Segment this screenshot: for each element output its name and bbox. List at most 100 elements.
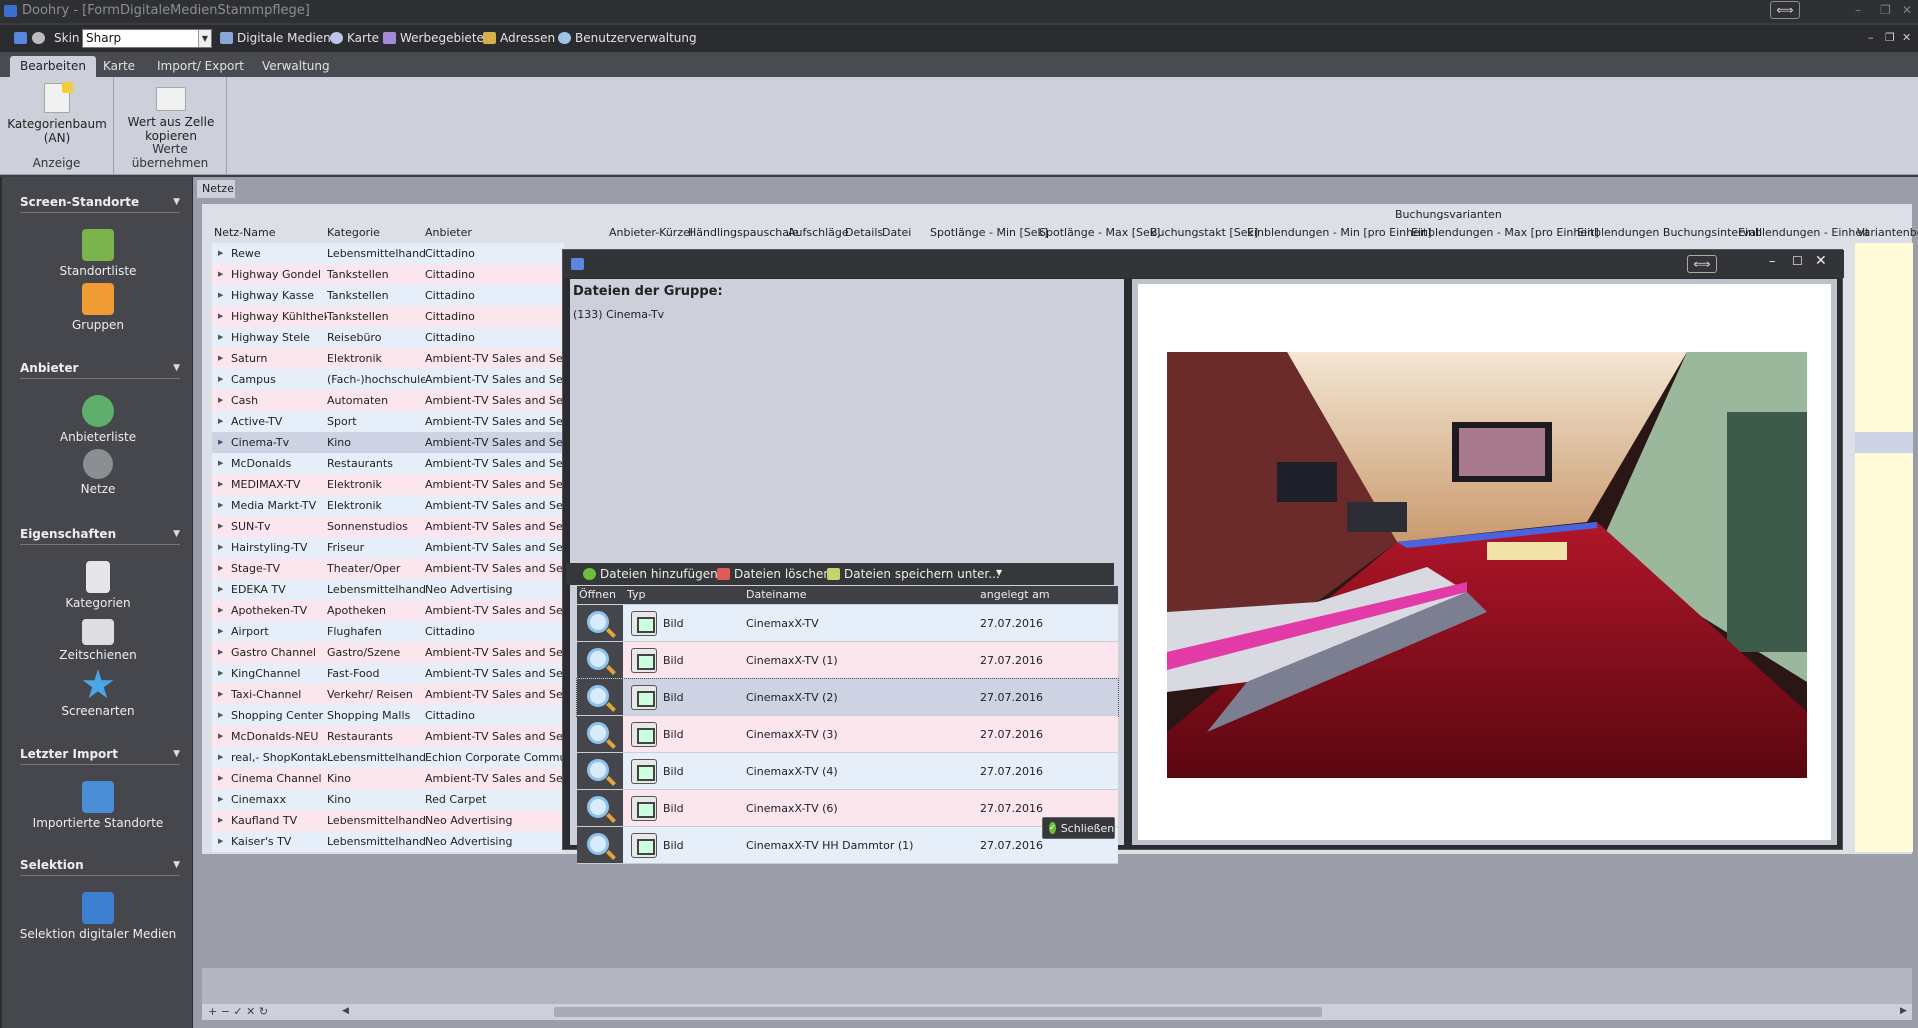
- open-file-button[interactable]: [577, 790, 623, 826]
- file-row[interactable]: Bild CinemaxX-TV (6) 27.07.2016: [577, 790, 1118, 827]
- col-spotlaenge-min[interactable]: Spotlänge - Min [Sek]: [930, 226, 1048, 239]
- table-row[interactable]: ▶ EDEKA TV Lebensmittelhandel Neo Advertisi…: [212, 579, 564, 600]
- sidebar-item-kategorien[interactable]: Kategorien: [2, 561, 194, 610]
- expand-icon[interactable]: ▶: [218, 396, 223, 404]
- open-file-button[interactable]: [577, 827, 623, 863]
- expand-icon[interactable]: ▶: [218, 354, 223, 362]
- swap-icon[interactable]: ⟺: [1770, 1, 1800, 19]
- expand-icon[interactable]: ▶: [218, 333, 223, 341]
- mdi-restore-icon[interactable]: ❐: [1885, 31, 1895, 44]
- skin-select[interactable]: Sharp: [82, 29, 212, 48]
- table-row[interactable]: ▶ Highway Gondel Tankstellen Cittadino: [212, 264, 564, 285]
- table-row[interactable]: ▶ McDonalds-NEU Restaurants Ambient-TV Sale…: [212, 726, 564, 747]
- tab-import-export[interactable]: Import/ Export: [147, 56, 254, 77]
- tab-karte[interactable]: Karte: [93, 56, 145, 77]
- tool-icon[interactable]: [14, 32, 27, 44]
- col-spotlaenge-max[interactable]: Spotlänge - Max [Sek]: [1039, 226, 1160, 239]
- menu-adressen[interactable]: Adressen: [483, 31, 555, 45]
- table-row[interactable]: ▶ Kaiser's TV Lebensmittelhandel Neo Advert…: [212, 831, 564, 852]
- expand-icon[interactable]: ▶: [218, 438, 223, 446]
- expand-icon[interactable]: ▶: [218, 795, 223, 803]
- expand-icon[interactable]: ▶: [218, 501, 223, 509]
- chevron-down-icon[interactable]: ▼: [173, 749, 180, 759]
- add-files-button[interactable]: Dateien hinzufügen: [583, 567, 718, 581]
- horizontal-scrollbar[interactable]: + − ✓ ✕ ↻ ◀ ▶: [202, 1004, 1912, 1020]
- sidebar-item-screenarten[interactable]: Screenarten: [2, 669, 194, 718]
- sidebar-item-standortliste[interactable]: Standortliste: [2, 229, 194, 278]
- col-buchungstakt[interactable]: Buchungstakt [Sek]: [1150, 226, 1258, 239]
- scroll-thumb[interactable]: [554, 1007, 1322, 1017]
- table-row[interactable]: ▶ Active-TV Sport Ambient-TV Sales and Serv…: [212, 411, 564, 432]
- col-haendlingspauschale[interactable]: Händlingspauschale: [688, 226, 799, 239]
- expand-icon[interactable]: ▶: [218, 627, 223, 635]
- open-file-button[interactable]: [577, 679, 623, 715]
- expand-icon[interactable]: ▶: [218, 774, 223, 782]
- scroll-right-icon[interactable]: ▶: [1900, 1006, 1907, 1016]
- menu-benutzerverwaltung[interactable]: Benutzerverwaltung: [558, 31, 697, 45]
- close-icon[interactable]: ✕: [1902, 3, 1912, 17]
- expand-icon[interactable]: ▶: [218, 270, 223, 278]
- expand-icon[interactable]: ▶: [218, 690, 223, 698]
- sidebar-section-screen-standorte[interactable]: Screen-Standorte ▼: [20, 195, 180, 213]
- delete-files-button[interactable]: Dateien löschen: [717, 567, 831, 581]
- table-row[interactable]: ▶ Cinema Channel Kino Ambient-TV Sales and …: [212, 768, 564, 789]
- expand-icon[interactable]: ▶: [218, 459, 223, 467]
- tab-netze[interactable]: Netze: [197, 180, 235, 198]
- table-row[interactable]: ▶ Highway Kasse Tankstellen Cittadino: [212, 285, 564, 306]
- col-einblendungen-max[interactable]: Einblendungen - Max [pro Einheit]: [1411, 226, 1599, 239]
- table-row[interactable]: ▶ Shopping Center Shopping Malls Cittadino: [212, 705, 564, 726]
- wert-kopieren-button[interactable]: Wert aus Zelle kopieren: [118, 77, 224, 143]
- expand-icon[interactable]: ▶: [218, 480, 223, 488]
- table-row[interactable]: ▶ Airport Flughafen Cittadino: [212, 621, 564, 642]
- table-row[interactable]: ▶ Campus (Fach-)hochschule Ambient-TV Sales…: [212, 369, 564, 390]
- sidebar-item-anbieterliste[interactable]: Anbieterliste: [2, 395, 194, 444]
- menu-karte[interactable]: Karte: [330, 31, 379, 45]
- open-file-button[interactable]: [577, 716, 623, 752]
- expand-icon[interactable]: ▶: [218, 606, 223, 614]
- menu-digitale-medien[interactable]: Digitale Medien: [220, 31, 331, 45]
- close-icon[interactable]: ✕: [1815, 253, 1827, 269]
- swap-icon[interactable]: ⟺: [1687, 255, 1717, 273]
- table-row[interactable]: ▶ Cinemaxx Kino Red Carpet: [212, 789, 564, 810]
- menu-werbegebiete[interactable]: Werbegebiete: [383, 31, 484, 45]
- minimize-icon[interactable]: –: [1769, 254, 1776, 269]
- sidebar-item-gruppen[interactable]: Gruppen: [2, 283, 194, 332]
- table-row[interactable]: ▶ Cash Automaten Ambient-TV Sales and Servi…: [212, 390, 564, 411]
- col-aufschlaege[interactable]: Aufschläge: [788, 226, 849, 239]
- file-row[interactable]: Bild CinemaxX-TV (4) 27.07.2016: [577, 753, 1118, 790]
- col-anbieter-kuerzel[interactable]: Anbieter-Kürzel: [609, 226, 693, 239]
- sidebar-section-anbieter[interactable]: Anbieter ▼: [20, 361, 180, 379]
- table-row[interactable]: ▶ KingChannel Fast-Food Ambient-TV Sales an…: [212, 663, 564, 684]
- expand-icon[interactable]: ▶: [218, 753, 223, 761]
- expand-icon[interactable]: ▶: [218, 291, 223, 299]
- expand-icon[interactable]: ▶: [218, 732, 223, 740]
- save-files-as-button[interactable]: Dateien speichern unter...: [827, 567, 1000, 581]
- expand-icon[interactable]: ▶: [218, 837, 223, 845]
- minimize-icon[interactable]: –: [1855, 3, 1861, 17]
- table-row[interactable]: ▶ Kaufland TV Lebensmittelhandel Neo Advert…: [212, 810, 564, 831]
- scroll-left-icon[interactable]: ◀: [342, 1006, 349, 1016]
- sidebar-item-netze[interactable]: Netze: [2, 449, 194, 496]
- expand-icon[interactable]: ▶: [218, 312, 223, 320]
- expand-icon[interactable]: ▶: [218, 249, 223, 257]
- file-row[interactable]: Bild CinemaxX-TV (1) 27.07.2016: [577, 642, 1118, 679]
- col-typ[interactable]: Typ: [627, 588, 646, 601]
- table-row[interactable]: ▶ Saturn Elektronik Ambient-TV Sales and Se…: [212, 348, 564, 369]
- chevron-down-icon[interactable]: ▼: [173, 363, 180, 373]
- col-kategorie[interactable]: Kategorie: [327, 226, 380, 239]
- file-row[interactable]: Bild CinemaxX-TV (3) 27.07.2016: [577, 716, 1118, 753]
- restore-icon[interactable]: ❐: [1880, 3, 1891, 17]
- close-button[interactable]: ✓ Schließen: [1042, 817, 1115, 839]
- col-einblendungen-min[interactable]: Einblendungen - Min [pro Einheit]: [1247, 226, 1432, 239]
- col-einblendungen-intervall[interactable]: Einblendungen Buchungsintervall: [1577, 226, 1762, 239]
- mdi-close-icon[interactable]: ✕: [1902, 31, 1911, 44]
- chevron-down-icon[interactable]: ▼: [996, 568, 1002, 577]
- table-row[interactable]: ▶ Rewe Lebensmittelhandel Cittadino: [212, 243, 564, 264]
- file-row[interactable]: Bild CinemaxX-TV HH Dammtor (1) 27.07.2016: [577, 827, 1118, 864]
- expand-icon[interactable]: ▶: [218, 564, 223, 572]
- open-file-button[interactable]: [577, 605, 623, 641]
- table-row[interactable]: ▶ Media Markt-TV Elektronik Ambient-TV Sale…: [212, 495, 564, 516]
- table-row[interactable]: ▶ Stage-TV Theater/Oper Ambient-TV Sales an…: [212, 558, 564, 579]
- table-row[interactable]: ▶ McDonalds Restaurants Ambient-TV Sales an…: [212, 453, 564, 474]
- sidebar-section-letzter-import[interactable]: Letzter Import ▼: [20, 747, 180, 765]
